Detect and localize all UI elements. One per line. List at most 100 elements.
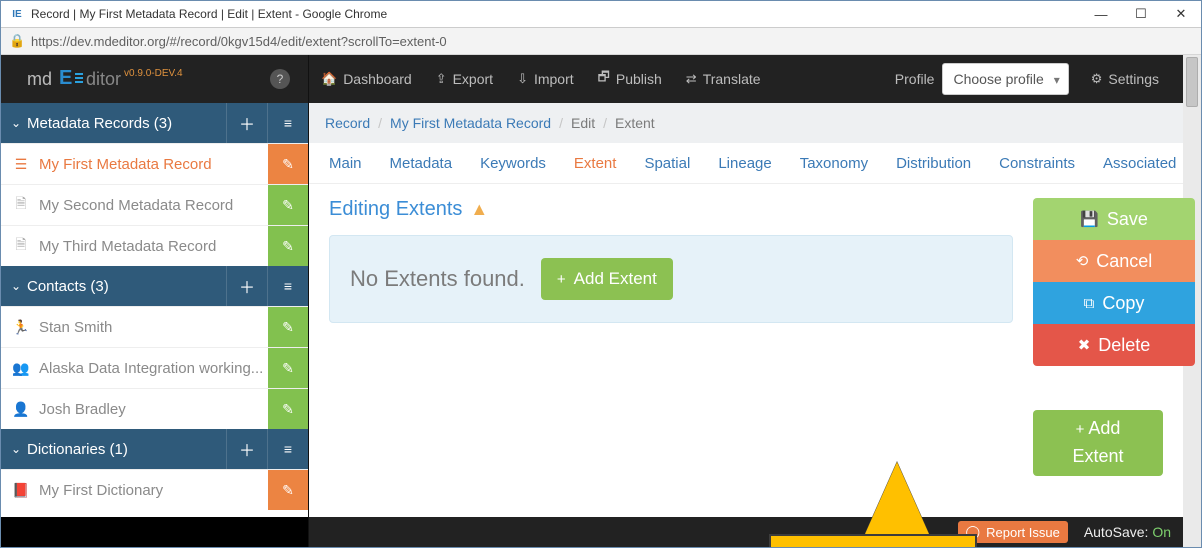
brand-text-ditor: ditor [86, 69, 121, 90]
sidebar-record-item[interactable]: 🗎 My Second Metadata Record ✎ [1, 184, 308, 225]
window-close-button[interactable]: ✕ [1161, 1, 1201, 27]
translate-icon: ⇄ [686, 71, 697, 87]
edit-contact-button[interactable]: ✎ [268, 307, 308, 347]
import-icon: ⇩ [517, 71, 528, 87]
nav-settings[interactable]: ⚙Settings [1079, 55, 1171, 103]
profile-label: Profile [895, 71, 935, 87]
record-tabs: Main Metadata Keywords Extent Spatial Li… [309, 143, 1183, 184]
edit-record-button[interactable]: ✎ [268, 185, 308, 225]
add-dictionary-button[interactable]: ＋ [226, 429, 267, 469]
crumb-extent: Extent [615, 115, 655, 131]
add-contact-button[interactable]: ＋ [226, 266, 267, 306]
tab-distribution[interactable]: Distribution [896, 155, 971, 172]
scrollbar-thumb[interactable] [1186, 57, 1198, 107]
page-title: Editing Extents ▲ [329, 198, 1013, 221]
sidebar-dictionaries-label: Dictionaries (1) [27, 441, 226, 458]
sidebar-contact-item[interactable]: 👤 Josh Bradley ✎ [1, 388, 308, 429]
tab-constraints[interactable]: Constraints [999, 155, 1075, 172]
brand-version: v0.9.0-DEV.4 [124, 68, 183, 79]
sidebar-contacts-label: Contacts (3) [27, 278, 226, 295]
list-contacts-button[interactable]: ≡ [267, 266, 308, 306]
add-extent-button[interactable]: + Add Extent [541, 258, 673, 300]
warning-icon: ▲ [470, 199, 488, 220]
gauge-icon: 🏠 [321, 71, 337, 87]
tab-taxonomy[interactable]: Taxonomy [800, 155, 868, 172]
gear-icon: ⚙ [1091, 71, 1103, 87]
edit-contact-button[interactable]: ✎ [268, 348, 308, 388]
nav-translate[interactable]: ⇄Translate [674, 55, 773, 103]
contact-item-label: Josh Bradley [39, 401, 268, 418]
sidebar-section-contacts[interactable]: ⌄ Contacts (3) ＋ ≡ [1, 266, 308, 306]
lock-icon: 🔒 [9, 33, 25, 49]
crumb-record[interactable]: Record [325, 115, 370, 131]
tab-lineage[interactable]: Lineage [718, 155, 771, 172]
favicon-icon: IE [9, 6, 25, 22]
list-records-button[interactable]: ≡ [267, 103, 308, 143]
help-button[interactable]: ? [270, 69, 290, 89]
nav-publish[interactable]: 🗗Publish [586, 55, 674, 103]
person-icon: 👤 [11, 401, 31, 418]
dictionary-item-label: My First Dictionary [39, 482, 268, 499]
no-extents-text: No Extents found. [350, 266, 525, 292]
close-icon: ✖ [1078, 336, 1091, 354]
crumb-record-name[interactable]: My First Metadata Record [390, 115, 551, 131]
record-item-label: My Third Metadata Record [39, 238, 268, 255]
status-bar: ◯ Report Issue AutoSave: On [309, 517, 1183, 547]
edit-record-button[interactable]: ✎ [268, 226, 308, 266]
annotation-callout: Create New Extent [769, 534, 977, 548]
brand-logo-icon: E [59, 70, 83, 88]
top-navbar: 🏠Dashboard ⇪Export ⇩Import 🗗Publish ⇄Tra… [309, 55, 1183, 103]
window-maximize-button[interactable]: ☐ [1121, 1, 1161, 27]
tab-keywords[interactable]: Keywords [480, 155, 546, 172]
nav-import[interactable]: ⇩Import [505, 55, 586, 103]
stack-icon: ☰ [11, 156, 31, 173]
undo-icon: ⟲ [1076, 252, 1089, 270]
caret-down-icon: ▾ [1054, 73, 1060, 87]
sidebar-records-label: Metadata Records (3) [27, 115, 226, 132]
autosave-indicator: AutoSave: On [1084, 524, 1171, 540]
group-icon: 👥 [11, 360, 31, 377]
nav-dashboard[interactable]: 🏠Dashboard [309, 55, 424, 103]
tab-associated[interactable]: Associated [1103, 155, 1176, 172]
window-title: Record | My First Metadata Record | Edit… [31, 7, 1081, 21]
no-extents-panel: No Extents found. + Add Extent [329, 235, 1013, 323]
crumb-edit: Edit [571, 115, 595, 131]
sidebar-record-item[interactable]: 🗎 My Third Metadata Record ✎ [1, 225, 308, 266]
browser-address-bar[interactable]: 🔒 https://dev.mdeditor.org/#/record/0kgv… [1, 28, 1201, 55]
profile-select[interactable]: Choose profile ▾ [942, 63, 1068, 95]
plus-icon: + [557, 271, 566, 288]
sidebar-section-records[interactable]: ⌄ Metadata Records (3) ＋ ≡ [1, 103, 308, 143]
save-button[interactable]: 💾Save [1033, 198, 1195, 240]
record-item-label: My Second Metadata Record [39, 197, 268, 214]
tab-extent[interactable]: Extent [574, 155, 617, 172]
copy-button[interactable]: ⧉Copy [1033, 282, 1195, 324]
sidebar-contact-item[interactable]: 👥 Alaska Data Integration working... ✎ [1, 347, 308, 388]
add-record-button[interactable]: ＋ [226, 103, 267, 143]
window-minimize-button[interactable]: — [1081, 1, 1121, 27]
tab-metadata[interactable]: Metadata [390, 155, 453, 172]
contact-item-label: Alaska Data Integration working... [39, 360, 268, 377]
export-icon: ⇪ [436, 71, 447, 87]
sidebar-section-dictionaries[interactable]: ⌄ Dictionaries (1) ＋ ≡ [1, 429, 308, 469]
sidebar-dictionary-item[interactable]: 📕 My First Dictionary ✎ [1, 469, 308, 510]
editing-extents-label: Editing Extents [329, 198, 462, 221]
cancel-button[interactable]: ⟲Cancel [1033, 240, 1195, 282]
edit-dictionary-button[interactable]: ✎ [268, 470, 308, 510]
edit-record-button[interactable]: ✎ [268, 144, 308, 184]
tab-main[interactable]: Main [329, 155, 362, 172]
breadcrumb: Record / My First Metadata Record / Edit… [309, 103, 1183, 143]
delete-button[interactable]: ✖Delete [1033, 324, 1195, 366]
save-icon: 💾 [1080, 210, 1099, 228]
sidebar-contact-item[interactable]: 🏃 Stan Smith ✎ [1, 306, 308, 347]
record-item-label: My First Metadata Record [39, 156, 268, 173]
tab-spatial[interactable]: Spatial [644, 155, 690, 172]
edit-contact-button[interactable]: ✎ [268, 389, 308, 429]
sidebar-record-item[interactable]: ☰ My First Metadata Record ✎ [1, 143, 308, 184]
document-icon: 🗎 [11, 234, 31, 258]
list-dictionaries-button[interactable]: ≡ [267, 429, 308, 469]
publish-icon: 🗗 [598, 68, 610, 90]
side-add-extent-button[interactable]: + Add Extent [1033, 410, 1163, 476]
nav-export[interactable]: ⇪Export [424, 55, 505, 103]
document-icon: 🗎 [11, 193, 31, 217]
copy-icon: ⧉ [1084, 295, 1095, 312]
